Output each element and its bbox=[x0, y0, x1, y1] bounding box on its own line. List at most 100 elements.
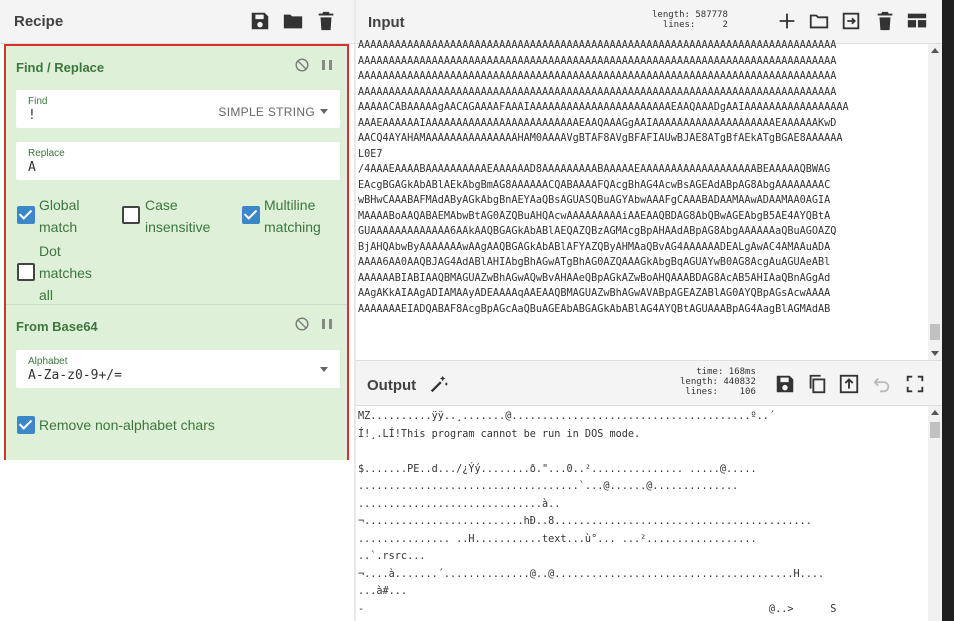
find-mode-label: SIMPLE STRING bbox=[218, 105, 315, 119]
output-text: MZ..........ÿÿ..¸.......@...............… bbox=[358, 408, 928, 618]
output-line: ..`.rsrc... bbox=[358, 551, 426, 562]
alphabet-select[interactable]: Alphabet A-Za-z0-9+/= bbox=[16, 350, 340, 388]
magic-wand-icon[interactable] bbox=[428, 373, 450, 395]
open-folder-icon[interactable] bbox=[808, 10, 830, 32]
output-line: ...à#... bbox=[358, 586, 408, 597]
global-match-label[interactable]: Global match bbox=[39, 194, 79, 238]
replace-input[interactable]: A bbox=[28, 160, 36, 175]
dot-matches-all-label-line1[interactable]: Dot bbox=[39, 240, 61, 262]
alphabet-dropdown[interactable] bbox=[315, 363, 328, 377]
input-line: GUAAAAAAAAAAAAA6AAkAAQBGAGkAbABlAEQAZQBz… bbox=[358, 226, 837, 237]
output-title: Output bbox=[367, 377, 417, 394]
input-line: L0E7 bbox=[358, 148, 383, 160]
recipe-list: Find / Replace Find ! SIMPLE STRING Repl… bbox=[4, 44, 349, 460]
input-stats: length: 587778 lines: 2 bbox=[652, 10, 728, 30]
output-header: Output time: 168ms length: 440832 lines:… bbox=[356, 360, 942, 406]
scroll-thumb[interactable] bbox=[930, 324, 940, 340]
dot-matches-all-label-line3: all bbox=[39, 287, 54, 303]
dot-matches-all-label-line2: matches bbox=[39, 265, 92, 281]
scroll-down-icon[interactable] bbox=[931, 351, 939, 356]
caret-down-icon bbox=[320, 367, 328, 373]
case-insensitive-label-line2: insensitive bbox=[145, 219, 211, 235]
from-base64-operation: From Base64 Alphabet A-Za-z0-9+/= Remove… bbox=[6, 305, 347, 460]
save-output-icon[interactable] bbox=[774, 373, 796, 395]
alphabet-value: A-Za-z0-9+/= bbox=[28, 368, 122, 383]
output-time-value: 168ms bbox=[728, 367, 756, 377]
recipe-header: Recipe bbox=[0, 0, 354, 44]
input-line: wBHwCAAABAFMAdAByAGkAbgBnAEYAaQBsAGUASQB… bbox=[358, 195, 831, 206]
remove-non-alphabet-label[interactable]: Remove non-alphabet chars bbox=[39, 414, 215, 436]
input-line: AAAAAAAAAAAAAAAAAAAAAAAAAAAAAAAAAAAAAAAA… bbox=[358, 55, 837, 67]
output-length-value: 440832 bbox=[723, 377, 756, 387]
global-match-label-line2: match bbox=[39, 219, 78, 235]
save-icon[interactable] bbox=[249, 10, 271, 32]
folder-icon[interactable] bbox=[282, 10, 304, 32]
input-line: BjAHQAbwByAAAAAAAwAAgAAQBGAGkAbABlAFYAZQ… bbox=[358, 241, 831, 253]
caret-down-icon bbox=[320, 109, 328, 115]
pause-icon[interactable] bbox=[319, 315, 335, 333]
find-input[interactable]: ! bbox=[28, 108, 36, 123]
output-line: ....................................`...… bbox=[358, 481, 739, 492]
copy-icon[interactable] bbox=[806, 373, 828, 395]
input-line: AAAA6AA0AAQBJAG4AdABlAHIAbgBhAGwATgBhAG0… bbox=[358, 257, 831, 268]
undo-icon[interactable] bbox=[870, 373, 892, 395]
dot-matches-all-label[interactable]: matches all bbox=[39, 262, 92, 306]
input-scrollbar[interactable] bbox=[928, 44, 942, 360]
dot-matches-all-checkbox[interactable] bbox=[17, 263, 35, 281]
input-textarea[interactable]: AAAAAAAAAAAAAAAAAAAAAAAAAAAAAAAAAAAAAAAA… bbox=[356, 38, 928, 360]
output-length-label: length: bbox=[680, 377, 718, 387]
replace-input-icon[interactable] bbox=[838, 373, 860, 395]
input-length-label: length: bbox=[652, 10, 690, 20]
output-time-label: time: bbox=[696, 367, 724, 377]
disable-icon[interactable] bbox=[293, 56, 311, 74]
case-insensitive-label-line1: Case bbox=[145, 197, 178, 213]
io-panel: Input length: 587778 lines: 2 AAAAAAAAAA… bbox=[356, 0, 942, 621]
find-field[interactable]: Find ! SIMPLE STRING bbox=[16, 90, 340, 128]
add-input-icon[interactable] bbox=[776, 10, 798, 32]
multiline-checkbox[interactable] bbox=[242, 206, 260, 224]
clear-input-icon[interactable] bbox=[874, 10, 896, 32]
multiline-label-line2: matching bbox=[264, 219, 321, 235]
operation-title: From Base64 bbox=[16, 319, 98, 334]
recipe-title: Recipe bbox=[14, 13, 64, 30]
input-line: AAgAKkAIAAgADIAMAAyADEAAAAqAAEAAQBMAGUAZ… bbox=[358, 288, 831, 299]
open-file-icon[interactable] bbox=[840, 10, 862, 32]
output-line: - @..> S bbox=[358, 603, 837, 615]
output-line: MZ..........ÿÿ..¸.......@...............… bbox=[358, 411, 776, 422]
case-insensitive-label[interactable]: Case insensitive bbox=[145, 194, 210, 238]
input-lines-row: lines: 2 bbox=[652, 20, 728, 30]
output-stats: time: 168ms length: 440832 lines: 106 bbox=[680, 367, 756, 397]
output-line: ..............................à.. bbox=[358, 498, 561, 510]
global-match-checkbox[interactable] bbox=[17, 206, 35, 224]
trash-icon[interactable] bbox=[315, 10, 337, 32]
replace-label: Replace bbox=[28, 148, 65, 159]
input-line: AACQ4AYAHAMAAAAAAAAAAAAAAAHAM0AAAAVgBTAF… bbox=[358, 133, 843, 144]
replace-field[interactable]: Replace A bbox=[16, 142, 340, 180]
output-line: ¬..........................hÐ..8........… bbox=[358, 516, 812, 527]
output-length-row: length: 440832 bbox=[680, 377, 756, 387]
remove-non-alphabet-checkbox[interactable] bbox=[17, 416, 35, 434]
input-line: MAAAABoAAQABAEMAbwBtAG0AZQBuAHQAcwAAAAAA… bbox=[358, 210, 831, 222]
scroll-up-icon[interactable] bbox=[931, 48, 939, 53]
output-lines-row: lines: 106 bbox=[680, 387, 755, 397]
case-insensitive-checkbox[interactable] bbox=[122, 206, 140, 224]
output-line: ............... ..H...........text...ù°.… bbox=[358, 533, 757, 545]
pause-icon[interactable] bbox=[319, 56, 335, 74]
disable-icon[interactable] bbox=[293, 315, 311, 333]
maximize-icon[interactable] bbox=[904, 373, 926, 395]
scroll-up-icon[interactable] bbox=[931, 410, 939, 415]
input-line: AAAAAAAAAAAAAAAAAAAAAAAAAAAAAAAAAAAAAAAA… bbox=[358, 71, 837, 82]
output-scrollbar[interactable] bbox=[928, 406, 942, 621]
layout-icon[interactable] bbox=[906, 10, 928, 32]
find-mode-dropdown[interactable]: SIMPLE STRING bbox=[218, 105, 328, 119]
find-label: Find bbox=[28, 96, 48, 107]
input-lines-label: lines: bbox=[662, 20, 696, 30]
output-line: $.......PE..d.../¿Ýý........ð."...0..²..… bbox=[358, 463, 757, 475]
input-lines-value: 2 bbox=[722, 20, 728, 30]
scroll-thumb[interactable] bbox=[930, 422, 940, 438]
output-textarea[interactable]: MZ..........ÿÿ..¸.......@...............… bbox=[356, 408, 928, 621]
input-line: /4AAAEAAAABAAAAAAAAAAEAAAAAAD8AAAAAAAAAB… bbox=[358, 164, 831, 175]
multiline-label[interactable]: Multiline matching bbox=[264, 194, 321, 238]
recipe-panel: Recipe Find / Replace Find ! SIMPLE STRI… bbox=[0, 0, 354, 621]
